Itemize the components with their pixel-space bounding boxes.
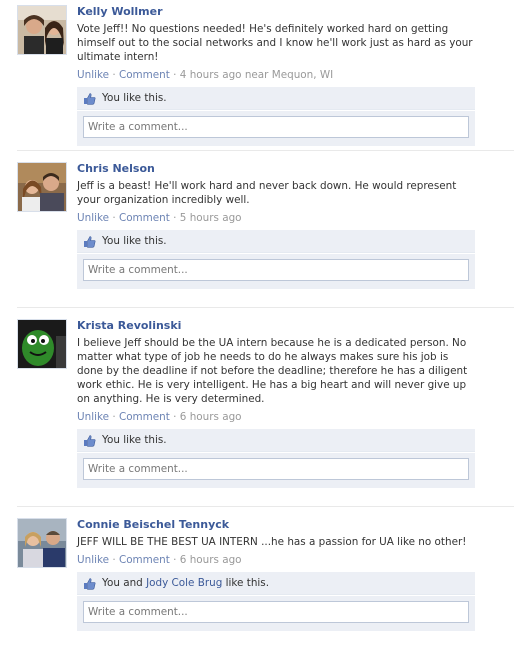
separator: · [109,212,119,224]
unlike-link[interactable]: Unlike [77,411,109,423]
comment-input[interactable] [83,116,469,138]
post-meta: Unlike · Comment · 4 hours ago near Mequ… [77,68,475,82]
comment-box [77,254,475,289]
post-author[interactable]: Kelly Wollmer [77,5,475,19]
separator: · [169,69,180,81]
likes-prefix: You [102,434,120,446]
post-author[interactable]: Connie Beischel Tennyck [77,518,475,532]
comment-input[interactable] [83,458,469,480]
separator: · [169,411,180,423]
post-meta: Unlike · Comment · 6 hours ago [77,553,475,567]
comment-box [77,453,475,488]
comment-box [77,596,475,631]
avatar[interactable] [17,162,67,212]
likes-text: You like this. [102,92,167,104]
separator: · [109,411,119,423]
likes-prefix: You and [102,577,147,589]
likes-prefix: You [102,92,120,104]
profile-photo [18,320,66,368]
likes-text: You and Jody Cole Brug like this. [102,577,269,589]
liker-name-link[interactable]: Jody Cole Brug [146,577,222,589]
likes-suffix: like this. [119,235,167,247]
post-author[interactable]: Chris Nelson [77,162,475,176]
separator: · [109,554,119,566]
likes-box: You and Jody Cole Brug like this. [77,572,475,595]
likes-box: You like this. [77,87,475,110]
comment-input[interactable] [83,601,469,623]
post-meta: Unlike · Comment · 5 hours ago [77,211,475,225]
unlike-link[interactable]: Unlike [77,69,109,81]
likes-text: You like this. [102,434,167,446]
post-timestamp: 6 hours ago [179,554,242,566]
profile-photo [18,163,66,211]
comment-link[interactable]: Comment [119,411,170,423]
likes-prefix: You [102,235,120,247]
post-message: JEFF WILL BE THE BEST UA INTERN ...he ha… [77,536,467,548]
thumbs-up-icon [84,577,96,590]
unlike-link[interactable]: Unlike [77,212,109,224]
post-author[interactable]: Krista Revolinski [77,319,475,333]
thumbs-up-icon [84,434,96,447]
likes-box: You like this. [77,429,475,452]
comment-link[interactable]: Comment [119,212,170,224]
separator: · [169,212,180,224]
post-timestamp: 5 hours ago [179,212,242,224]
unlike-link[interactable]: Unlike [77,554,109,566]
likes-suffix: like this. [119,92,167,104]
post-meta: Unlike · Comment · 6 hours ago [77,410,475,424]
avatar[interactable] [17,518,67,568]
avatar[interactable] [17,5,67,55]
separator: · [169,554,180,566]
likes-text: You like this. [102,235,167,247]
comment-link[interactable]: Comment [119,69,170,81]
post-message: Jeff is a beast! He'll work hard and nev… [77,180,457,206]
profile-photo [18,519,66,567]
divider [17,506,514,507]
comment-box [77,111,475,146]
profile-photo [18,6,66,54]
likes-suffix: like this. [119,434,167,446]
likes-box: You like this. [77,230,475,253]
separator: · [109,69,119,81]
post-message: Vote Jeff!! No questions needed! He's de… [77,23,473,63]
thumbs-up-icon [84,235,96,248]
comment-input[interactable] [83,259,469,281]
avatar[interactable] [17,319,67,369]
comment-link[interactable]: Comment [119,554,170,566]
divider [17,150,514,151]
post-timestamp: 4 hours ago near Mequon, WI [179,69,334,81]
thumbs-up-icon [84,92,96,105]
post-timestamp: 6 hours ago [179,411,242,423]
post-message: I believe Jeff should be the UA intern b… [77,337,468,405]
likes-suffix: like this. [222,577,270,589]
divider [17,307,514,308]
